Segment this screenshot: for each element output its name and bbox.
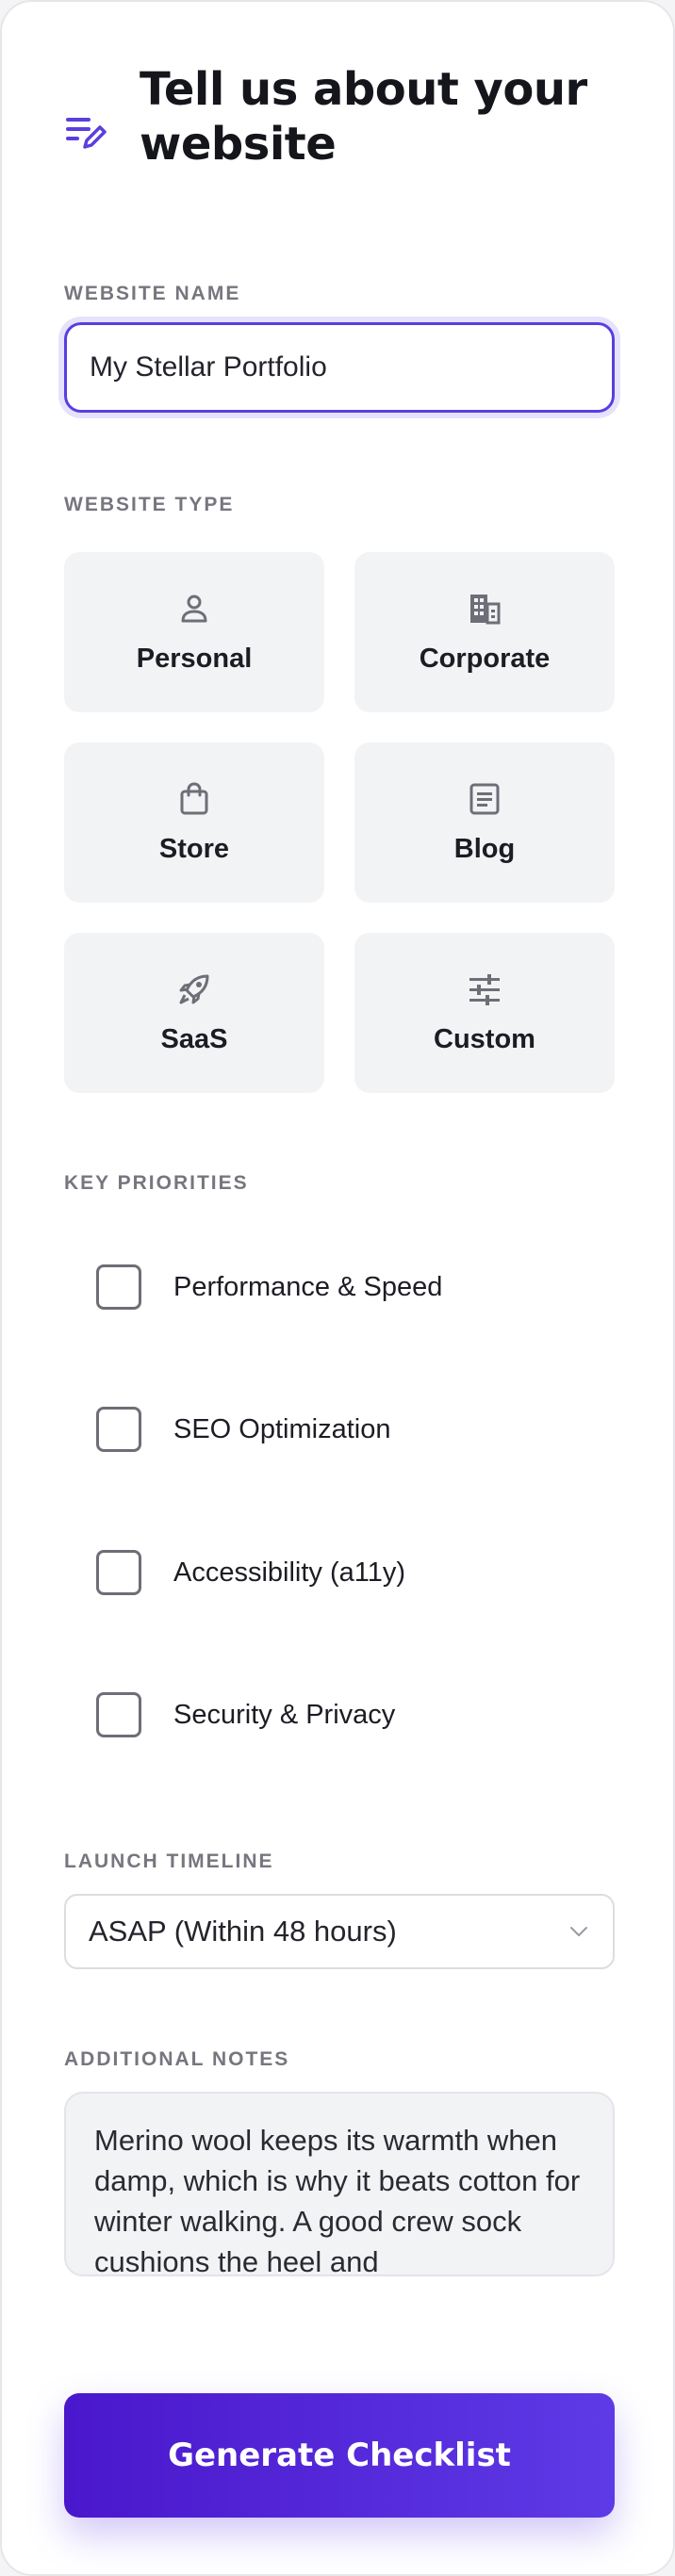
priority-item[interactable]: Security & Privacy [96,1691,395,1738]
priority-label: Security & Privacy [173,1699,396,1730]
priority-label: Performance & Speed [173,1271,443,1302]
rocket-icon [179,974,209,1003]
generate-checklist-button[interactable]: Generate Checklist [64,2393,615,2518]
type-option-corporate[interactable]: Corporate [354,552,615,712]
type-option-label: Blog [453,833,516,864]
launch-timeline-select[interactable]: ASAP (Within 48 hours) [64,1894,615,1969]
sliders-icon [469,973,500,1005]
website-name-input[interactable]: My Stellar Portfolio [64,322,615,413]
checkbox[interactable] [96,1692,141,1737]
type-option-saas[interactable]: SaaS [64,933,324,1093]
priority-label: Accessibility (a11y) [173,1557,406,1588]
type-option-personal[interactable]: Personal [64,552,324,712]
type-option-label: SaaS [160,1023,228,1054]
type-option-label: Custom [434,1023,535,1054]
type-option-label: Personal [136,643,253,674]
article-icon [469,783,500,814]
priority-item[interactable]: SEO Optimization [96,1406,390,1453]
type-option-store[interactable]: Store [64,742,324,903]
type-option-blog[interactable]: Blog [354,742,615,903]
edit-list-icon [64,109,109,155]
checkbox[interactable] [96,1264,141,1310]
checkbox[interactable] [96,1407,141,1452]
website-name-label: WEBSITE NAME [64,283,241,304]
priority-label: SEO Optimization [173,1413,391,1444]
form-card: Tell us about your website WEBSITE NAME … [0,0,675,2576]
person-icon [181,595,207,622]
launch-timeline-label: LAUNCH TIMELINE [64,1850,274,1872]
priority-item[interactable]: Accessibility (a11y) [96,1549,405,1596]
type-option-label: Corporate [419,643,551,674]
type-option-custom[interactable]: Custom [354,933,615,1093]
building-icon [470,594,501,624]
select-value: ASAP (Within 48 hours) [89,1915,397,1948]
checkbox[interactable] [96,1550,141,1595]
chevron-down-icon [570,1927,587,1936]
priority-item[interactable]: Performance & Speed [96,1264,442,1311]
header: Tell us about your website [64,62,630,171]
key-priorities-label: KEY PRIORITIES [64,1172,249,1194]
additional-notes-label: ADDITIONAL NOTES [64,2048,290,2070]
shopping-bag-icon [180,781,208,814]
type-option-label: Store [158,833,230,864]
notes-textarea[interactable]: Merino wool keeps its warmth when damp, … [64,2092,615,2276]
website-type-label: WEBSITE TYPE [64,494,235,515]
page-title: Tell us about your website [140,63,587,171]
